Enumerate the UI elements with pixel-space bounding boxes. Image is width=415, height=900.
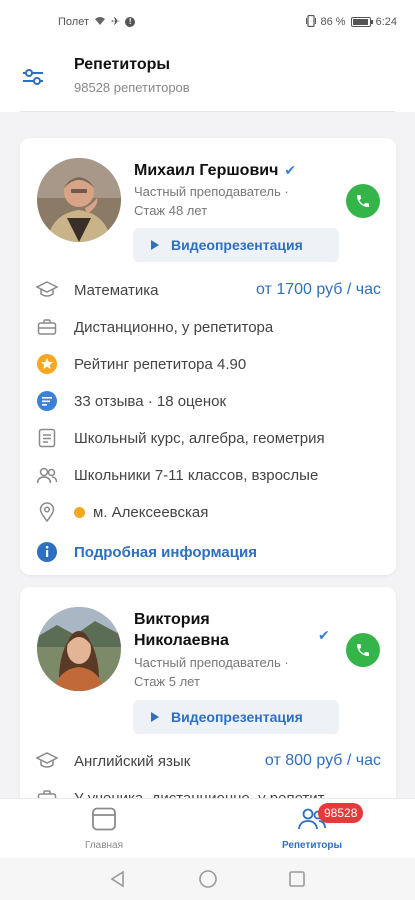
tutor-name-text: Михаил Гершович bbox=[134, 162, 279, 179]
recents-square-icon bbox=[289, 871, 305, 887]
avatar[interactable] bbox=[37, 607, 121, 691]
metro-row: м. Алексеевская bbox=[35, 499, 381, 525]
tutor-experience: Стаж 48 лет bbox=[134, 203, 208, 218]
tutor-card[interactable]: Виктория Николаевна ✔ Частный преподават… bbox=[20, 587, 396, 798]
call-button[interactable] bbox=[346, 633, 380, 667]
phone-icon bbox=[357, 195, 369, 207]
tutor-type: Частный преподаватель · bbox=[134, 184, 289, 199]
briefcase-icon bbox=[35, 315, 59, 339]
tutor-name[interactable]: Михаил Гершович ✔ bbox=[134, 160, 296, 181]
home-button[interactable] bbox=[198, 869, 218, 889]
tutor-name-first: Виктория bbox=[134, 611, 210, 628]
tutor-name[interactable]: Виктория Николаевна bbox=[134, 609, 229, 651]
home-icon bbox=[92, 807, 116, 831]
clock: 6:24 bbox=[375, 16, 397, 28]
reviews-row[interactable]: 33 отзыва · 18 оценок bbox=[35, 388, 381, 414]
battery-icon bbox=[350, 17, 373, 27]
subject-text: Математика bbox=[74, 281, 159, 299]
star-icon bbox=[35, 352, 59, 376]
nav-home-label: Главная bbox=[84, 840, 124, 851]
tutor-name-last: Николаевна bbox=[134, 632, 229, 649]
nav-home[interactable]: Главная bbox=[44, 807, 164, 851]
tutors-count-badge: 98528 bbox=[318, 803, 364, 823]
status-right: 86 % 6:24 bbox=[305, 14, 397, 30]
filter-icon bbox=[23, 69, 43, 85]
graduation-cap-icon bbox=[35, 749, 59, 773]
metro-line-dot bbox=[74, 506, 85, 518]
subject-row: Английский язык от 800 руб / час bbox=[35, 748, 381, 774]
video-presentation-label: Видеопрезентация bbox=[171, 709, 303, 725]
verified-icon: ✔ bbox=[284, 162, 297, 178]
home-circle-icon bbox=[199, 870, 217, 888]
students-text: Школьники 7-11 классов, взрослые bbox=[74, 466, 319, 484]
reviews-text: 33 отзыва · 18 оценок bbox=[74, 392, 227, 410]
airplane-icon: ✈ bbox=[111, 15, 121, 28]
topics-text: Школьный курс, алгебра, геометрия bbox=[74, 429, 325, 447]
tutor-count: 98528 репетиторов bbox=[74, 80, 190, 95]
video-presentation-button[interactable]: Видеопрезентация bbox=[133, 700, 339, 734]
tutor-type: Частный преподаватель · bbox=[134, 655, 289, 670]
metro-station: м. Алексеевская bbox=[93, 503, 209, 521]
details-link[interactable]: Подробная информация bbox=[74, 544, 257, 561]
format-row: У ученика, дистанционно, у репетит bbox=[35, 785, 381, 798]
wifi-icon bbox=[94, 16, 106, 29]
reviews-icon bbox=[35, 389, 59, 413]
document-icon bbox=[35, 426, 59, 450]
vibrate-icon bbox=[305, 14, 316, 30]
rating-row: Рейтинг репетитора 4.90 bbox=[35, 351, 381, 377]
back-triangle-icon bbox=[110, 870, 124, 888]
alert-icon: ! bbox=[125, 17, 136, 27]
students-row: Школьники 7-11 классов, взрослые bbox=[35, 462, 381, 488]
rating-text: Рейтинг репетитора 4.90 bbox=[74, 355, 247, 373]
avatar[interactable] bbox=[37, 158, 121, 242]
tutor-experience: Стаж 5 лет bbox=[134, 674, 200, 689]
details-row[interactable]: Подробная информация bbox=[35, 539, 381, 565]
nav-tutors-label: Репетиторы bbox=[281, 840, 343, 851]
bottom-nav: Главная 98528 Репетиторы bbox=[0, 798, 415, 858]
system-nav-bar bbox=[0, 858, 415, 900]
metro-text: м. Алексеевская bbox=[74, 504, 208, 521]
play-icon bbox=[151, 712, 159, 722]
graduation-cap-icon bbox=[35, 278, 59, 302]
filter-button[interactable] bbox=[18, 62, 48, 92]
app-header: Репетиторы 98528 репетиторов bbox=[0, 44, 415, 112]
video-presentation-button[interactable]: Видеопрезентация bbox=[133, 228, 339, 262]
verified-icon: ✔ bbox=[318, 627, 330, 643]
carrier-label: Полет bbox=[58, 16, 89, 28]
format-text: У ученика, дистанционно, у репетит bbox=[74, 789, 325, 799]
subject-row: Математика от 1700 руб / час bbox=[35, 277, 381, 303]
call-button[interactable] bbox=[346, 184, 380, 218]
nav-tutors[interactable]: 98528 Репетиторы bbox=[252, 803, 372, 851]
tutor-card[interactable]: Михаил Гершович ✔ Частный преподаватель ·… bbox=[20, 138, 396, 575]
status-bar: Полет ✈ ! 86 % 6:24 bbox=[0, 0, 415, 44]
format-text: Дистанционно, у репетитора bbox=[74, 318, 274, 336]
play-icon bbox=[151, 240, 159, 250]
phone-icon bbox=[357, 644, 369, 656]
video-presentation-label: Видеопрезентация bbox=[171, 237, 303, 253]
back-button[interactable] bbox=[108, 869, 128, 889]
status-left: Полет ✈ ! bbox=[58, 15, 136, 29]
battery-percent: 86 % bbox=[320, 16, 346, 28]
price-text: от 1700 руб / час bbox=[256, 281, 381, 298]
people-icon bbox=[35, 463, 59, 487]
tutor-list[interactable]: Михаил Гершович ✔ Частный преподаватель ·… bbox=[0, 112, 415, 798]
subject-text: Английский язык bbox=[74, 752, 191, 770]
price-text: от 800 руб / час bbox=[264, 752, 381, 769]
page-title: Репетиторы bbox=[74, 56, 171, 73]
info-icon bbox=[35, 540, 59, 564]
location-pin-icon bbox=[35, 500, 59, 524]
briefcase-icon bbox=[35, 786, 59, 798]
topics-row: Школьный курс, алгебра, геометрия bbox=[35, 425, 381, 451]
recents-button[interactable] bbox=[287, 869, 307, 889]
format-row: Дистанционно, у репетитора bbox=[35, 314, 381, 340]
